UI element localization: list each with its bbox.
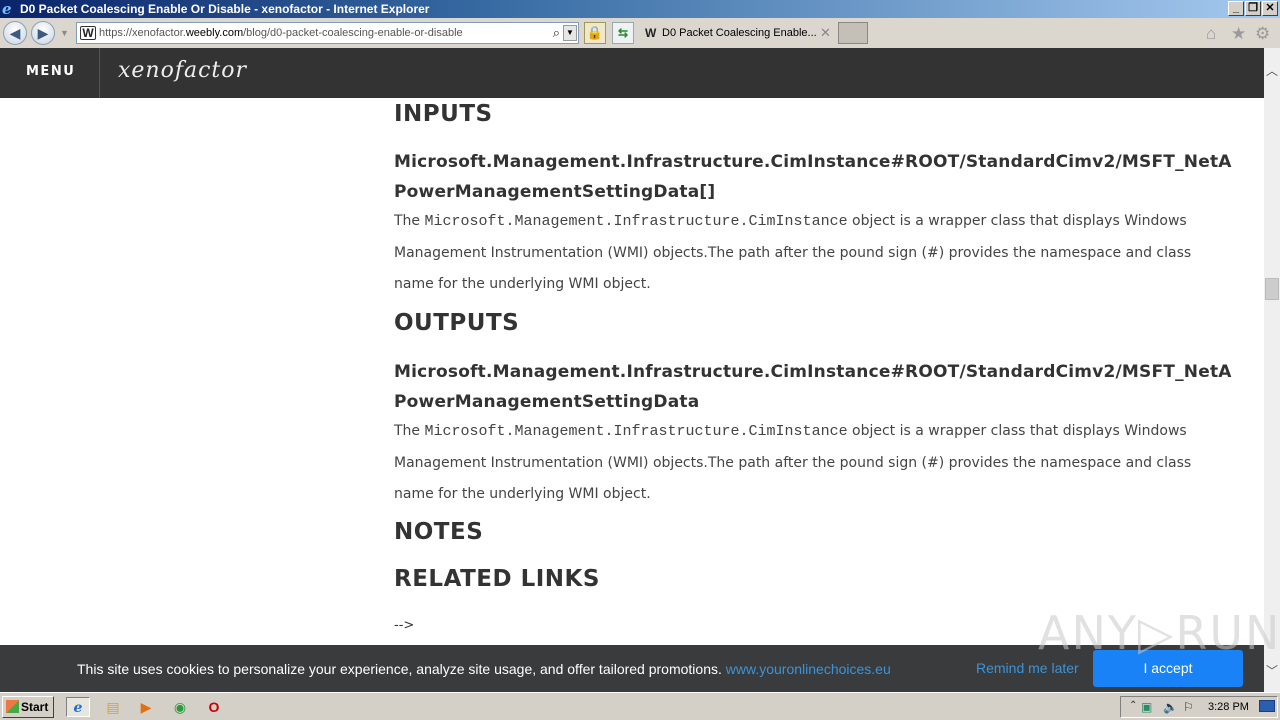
restore-button[interactable]: ❐ [1245, 1, 1261, 16]
outputs-heading: OUTPUTS [394, 310, 520, 336]
accept-cookies-button[interactable]: I accept [1093, 650, 1243, 687]
page-scrollbar[interactable]: ︿ ﹀ [1264, 48, 1280, 692]
star-icon[interactable]: ★ [1231, 24, 1246, 44]
trailing-text: --> [394, 618, 415, 633]
internet-explorer-icon: e [2, 0, 12, 18]
site-header: MENU xenofactor [0, 48, 1264, 98]
outputs-description: The Microsoft.Management.Infrastructure.… [394, 423, 1192, 502]
remind-me-later-link[interactable]: Remind me later [976, 660, 1079, 676]
show-desktop-icon[interactable] [1259, 700, 1275, 712]
close-tab-icon[interactable]: ✕ [820, 25, 831, 41]
article-content: INPUTS Microsoft.Management.Infrastructu… [0, 98, 1264, 645]
refresh-icon: ⇆ [617, 26, 629, 40]
inputs-heading: INPUTS [394, 101, 493, 127]
internet-explorer-taskbar-icon[interactable]: e [66, 697, 90, 717]
system-tray: ⌃ ▣ 🔈 ⚐ [1120, 696, 1278, 718]
close-window-button[interactable]: ✕ [1262, 1, 1278, 16]
new-tab-button[interactable] [838, 22, 868, 44]
scroll-up-arrow[interactable]: ︿ [1264, 62, 1280, 78]
gear-icon[interactable]: ⚙ [1255, 24, 1270, 44]
back-button[interactable]: ◀ [3, 21, 27, 45]
search-icon[interactable]: ⌕ [553, 25, 560, 41]
forward-icon: ▶ [37, 25, 49, 41]
back-icon: ◀ [9, 25, 21, 41]
address-dropdown-button[interactable]: ▼ [563, 25, 577, 41]
cookie-message: This site uses cookies to personalize yo… [77, 661, 891, 677]
scroll-down-arrow[interactable]: ﹀ [1264, 662, 1280, 678]
history-dropdown[interactable]: ▼ [60, 28, 69, 38]
outputs-code: Microsoft.Management.Infrastructure.CimI… [424, 423, 848, 440]
menu-button[interactable]: MENU [26, 64, 75, 79]
opera-taskbar-icon[interactable]: O [202, 697, 226, 717]
volume-icon[interactable]: 🔈 [1163, 700, 1178, 714]
cookie-banner: This site uses cookies to personalize yo… [0, 645, 1264, 692]
notes-heading: NOTES [394, 519, 484, 545]
site-logo[interactable]: xenofactor [118, 58, 247, 83]
file-explorer-taskbar-icon[interactable]: ▤ [101, 697, 125, 717]
refresh-button[interactable]: ⇆ [612, 22, 634, 44]
outputs-type-name-cont: PowerManagementSettingData [394, 392, 700, 412]
window-title: D0 Packet Coalescing Enable Or Disable -… [20, 2, 430, 16]
minimize-button[interactable]: _ [1228, 1, 1244, 16]
cookie-info-link[interactable]: www.youronlinechoices.eu [726, 661, 891, 677]
start-label: Start [21, 700, 49, 714]
browser-navigation-bar: ◀ ▶ ▼ W https://xenofactor.weebly.com/bl… [0, 18, 1280, 48]
window-title-bar: e D0 Packet Coalescing Enable Or Disable… [0, 0, 1280, 18]
url-text[interactable]: https://xenofactor.weebly.com/blog/d0-pa… [99, 27, 463, 39]
home-icon[interactable]: ⌂ [1206, 24, 1216, 44]
show-hidden-icons-icon[interactable]: ⌃ [1129, 700, 1137, 711]
clock[interactable]: 3:28 PM [1208, 701, 1249, 713]
action-center-flag-icon[interactable]: ⚐ [1183, 700, 1194, 714]
inputs-type-name: Microsoft.Management.Infrastructure.CimI… [394, 152, 1232, 172]
browser-tab[interactable]: W D0 Packet Coalescing Enable... ✕ [640, 22, 836, 46]
scroll-thumb[interactable] [1265, 278, 1279, 300]
taskbar: Start e ▤ ▶ ◉ O ⌃ ▣ 🔈 ⚐ 3:28 PM [0, 692, 1280, 720]
address-bar[interactable]: W https://xenofactor.weebly.com/blog/d0-… [76, 22, 579, 44]
lock-icon[interactable]: 🔒 [584, 22, 606, 44]
inputs-description: The Microsoft.Management.Infrastructure.… [394, 213, 1192, 292]
header-divider [99, 48, 100, 98]
chrome-taskbar-icon[interactable]: ◉ [168, 697, 192, 717]
media-player-taskbar-icon[interactable]: ▶ [134, 697, 158, 717]
start-button[interactable]: Start [2, 696, 54, 718]
forward-button[interactable]: ▶ [31, 21, 55, 45]
weebly-favicon: W [80, 26, 96, 40]
inputs-code: Microsoft.Management.Infrastructure.CimI… [424, 213, 848, 230]
inputs-type-name-cont: PowerManagementSettingData[] [394, 182, 716, 202]
network-icon[interactable]: ▣ [1141, 700, 1152, 714]
windows-logo-icon [6, 700, 19, 713]
outputs-type-name: Microsoft.Management.Infrastructure.CimI… [394, 362, 1232, 382]
tab-label: D0 Packet Coalescing Enable... [662, 27, 817, 39]
related-links-heading: RELATED LINKS [394, 566, 600, 592]
weebly-tab-icon: W [645, 26, 657, 40]
